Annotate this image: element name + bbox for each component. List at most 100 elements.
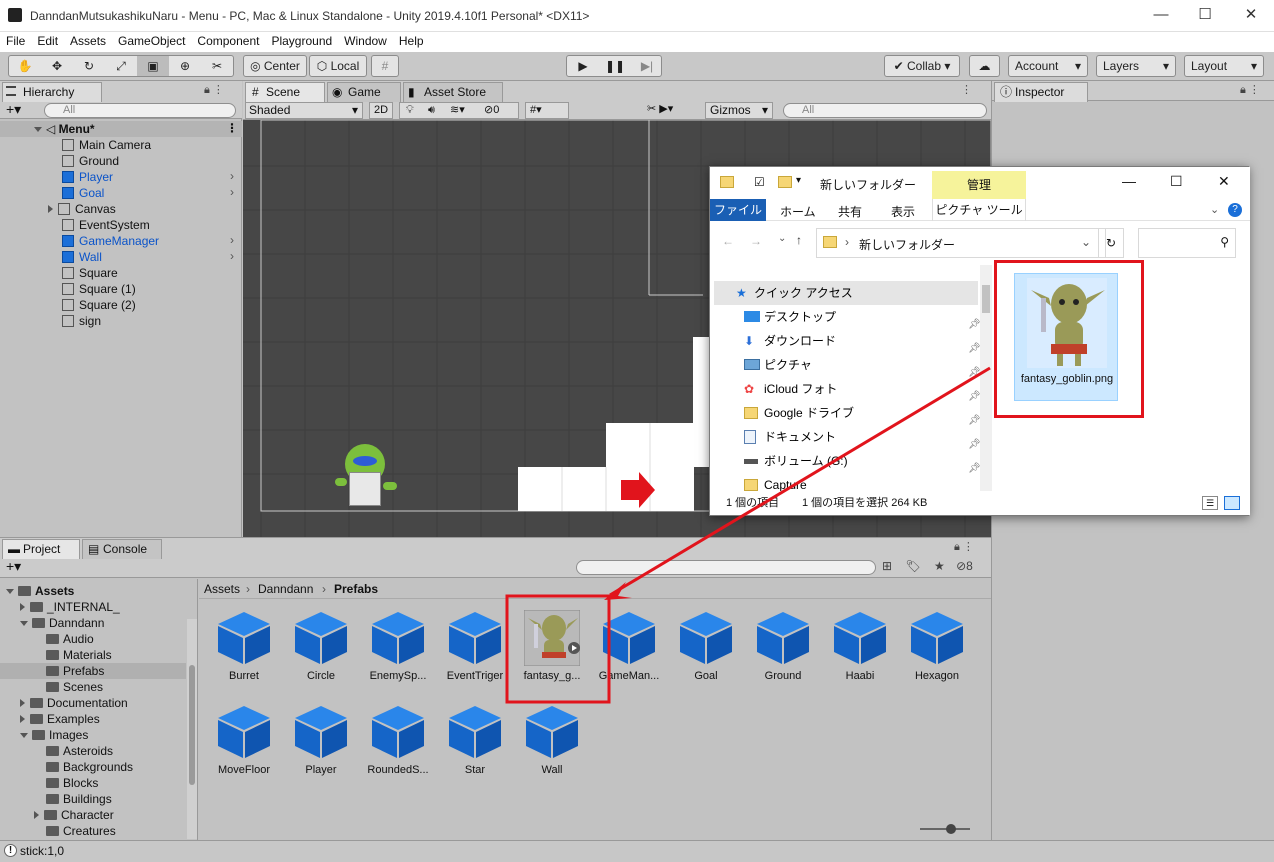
- hierarchy-item[interactable]: Goal: [62, 185, 104, 201]
- move-tool-icon[interactable]: ✥: [41, 56, 73, 76]
- tab-scene[interactable]: # Scene: [245, 82, 325, 102]
- details-view-icon[interactable]: ☰: [1202, 496, 1218, 510]
- tab-hierarchy[interactable]: Hierarchy: [2, 82, 102, 102]
- tree-item[interactable]: Assets: [6, 583, 74, 599]
- hierarchy-item[interactable]: EventSystem: [62, 217, 150, 233]
- account-dropdown[interactable]: Account ▾: [1008, 55, 1088, 77]
- asset-item[interactable]: Goal: [669, 604, 743, 694]
- asset-item[interactable]: Hexagon: [900, 604, 974, 694]
- tab-file[interactable]: ファイル: [710, 199, 766, 221]
- nav-item[interactable]: デスクトップ: [730, 305, 836, 329]
- up-arrow-icon[interactable]: ↑: [796, 233, 802, 247]
- explorer-search-input[interactable]: ⚲: [1138, 228, 1236, 258]
- hidden-objects-icon[interactable]: ⊘0: [484, 103, 499, 118]
- properties-icon[interactable]: ☑: [754, 175, 765, 189]
- close-button[interactable]: ✕: [1218, 173, 1230, 190]
- hierarchy-item[interactable]: Square (2): [62, 297, 136, 313]
- rect-tool-icon[interactable]: ▣: [137, 56, 169, 76]
- forward-arrow-icon[interactable]: →: [750, 234, 762, 248]
- minimize-button[interactable]: —: [1122, 173, 1136, 189]
- menu-help[interactable]: Help: [393, 32, 430, 50]
- hidden-packages-icon[interactable]: ⊘8: [956, 559, 973, 573]
- search-by-label-icon[interactable]: 🏷︎: [905, 559, 920, 573]
- hierarchy-item[interactable]: sign: [62, 313, 101, 329]
- asset-item[interactable]: RoundedS...: [361, 698, 435, 788]
- tree-item[interactable]: Danndann: [20, 615, 104, 631]
- tab-manage[interactable]: 管理: [932, 171, 1026, 199]
- asset-item[interactable]: EnemySp...: [361, 604, 435, 694]
- asset-item[interactable]: GameMan...: [592, 604, 666, 694]
- tab-inspector[interactable]: ⓘ Inspector: [994, 82, 1088, 102]
- tab-project[interactable]: ▬ Project: [2, 539, 80, 559]
- tree-item[interactable]: Blocks: [46, 775, 98, 791]
- nav-item[interactable]: ボリューム (G:): [730, 449, 848, 473]
- help-icon[interactable]: ?: [1228, 203, 1242, 217]
- chevron-right-icon[interactable]: ›: [230, 185, 234, 199]
- asset-item[interactable]: Haabi: [823, 604, 897, 694]
- tree-item[interactable]: Backgrounds: [46, 759, 133, 775]
- lock-icon[interactable]: 🔒︎ ⋮: [204, 83, 224, 97]
- tab-view[interactable]: 表示: [891, 203, 915, 220]
- nav-item[interactable]: ✿ iCloud フォト: [730, 377, 837, 401]
- lock-icon[interactable]: 🔒︎ ⋮: [1240, 83, 1260, 97]
- pivot-center-button[interactable]: ◎ Center: [243, 55, 307, 77]
- hierarchy-search-input[interactable]: All: [44, 103, 236, 118]
- asset-item[interactable]: Burret: [207, 604, 281, 694]
- menu-component[interactable]: Component: [191, 32, 265, 50]
- scene-root-item[interactable]: ◁ Menu*: [34, 121, 95, 137]
- nav-item[interactable]: ピクチャ: [730, 353, 812, 377]
- new-folder-icon[interactable]: [778, 176, 792, 188]
- collab-dropdown[interactable]: ✔ Collab ▾: [884, 55, 960, 77]
- effects-icon[interactable]: ≋▾: [450, 103, 465, 118]
- hierarchy-item[interactable]: Square (1): [62, 281, 136, 297]
- hierarchy-item[interactable]: GameManager: [62, 233, 159, 249]
- nav-item-quick-access[interactable]: ★ クイック アクセス: [710, 281, 853, 305]
- nav-item[interactable]: Capture: [730, 473, 807, 491]
- tree-item[interactable]: Creatures: [46, 823, 116, 839]
- panel-menu-icon[interactable]: ⋮: [961, 83, 972, 96]
- breadcrumb-item[interactable]: Assets: [204, 582, 240, 596]
- address-bar[interactable]: › 新しいフォルダー ⌄: [816, 228, 1106, 258]
- breadcrumb-item[interactable]: Danndann: [258, 582, 313, 596]
- hierarchy-item[interactable]: Main Camera: [62, 137, 151, 153]
- grid-toggle-icon[interactable]: #▾: [525, 102, 569, 119]
- 2d-toggle-button[interactable]: 2D: [369, 102, 393, 119]
- nav-scrollbar[interactable]: [980, 265, 992, 491]
- layout-dropdown[interactable]: Layout ▾: [1184, 55, 1264, 77]
- layers-dropdown[interactable]: Layers ▾: [1096, 55, 1176, 77]
- pause-icon[interactable]: ❚❚: [599, 56, 631, 76]
- play-icon[interactable]: ▶: [567, 56, 599, 76]
- grid-snap-icon[interactable]: #: [371, 55, 399, 77]
- tree-scrollbar[interactable]: [187, 619, 197, 839]
- tab-asset-store[interactable]: ▮ Asset Store: [403, 82, 503, 102]
- tree-item-selected[interactable]: Prefabs: [46, 663, 104, 679]
- tree-item[interactable]: Audio: [46, 631, 94, 647]
- asset-item[interactable]: EventTriger: [438, 604, 512, 694]
- tree-item[interactable]: Documentation: [20, 695, 128, 711]
- nav-item[interactable]: ⬇ ダウンロード: [730, 329, 836, 353]
- maximize-button[interactable]: ☐: [1170, 173, 1183, 190]
- status-text[interactable]: stick:1,0: [20, 844, 64, 858]
- hierarchy-item[interactable]: Ground: [62, 153, 119, 169]
- pivot-local-button[interactable]: ⬡ Local: [309, 55, 367, 77]
- shading-dropdown[interactable]: Shaded ▾: [245, 102, 363, 119]
- lighting-icon[interactable]: 💡︎: [406, 103, 414, 118]
- scene-menu-icon[interactable]: ⋮: [226, 121, 238, 135]
- transform-tool-icon[interactable]: ⊕: [169, 56, 201, 76]
- audio-icon[interactable]: 🔊︎: [428, 103, 435, 118]
- menu-file[interactable]: File: [0, 32, 31, 50]
- search-by-type-icon[interactable]: ⊞: [882, 559, 892, 573]
- tab-home[interactable]: ホーム: [780, 203, 816, 220]
- nav-item[interactable]: ドキュメント: [730, 425, 836, 449]
- menu-playground[interactable]: Playground: [265, 32, 338, 50]
- close-button[interactable]: ✕: [1228, 0, 1274, 32]
- tree-item[interactable]: Scenes: [46, 679, 103, 695]
- breadcrumb-item[interactable]: Prefabs: [334, 582, 378, 596]
- recent-dropdown-icon[interactable]: ⌄: [778, 233, 786, 244]
- chevron-down-icon[interactable]: ⌄: [1210, 203, 1219, 216]
- favorite-star-icon[interactable]: ★: [934, 559, 945, 573]
- asset-item[interactable]: fantasy_g...: [515, 604, 589, 694]
- zoom-slider[interactable]: [920, 824, 970, 834]
- asset-item[interactable]: MoveFloor: [207, 698, 281, 788]
- tab-console[interactable]: ▤ Console: [82, 539, 162, 559]
